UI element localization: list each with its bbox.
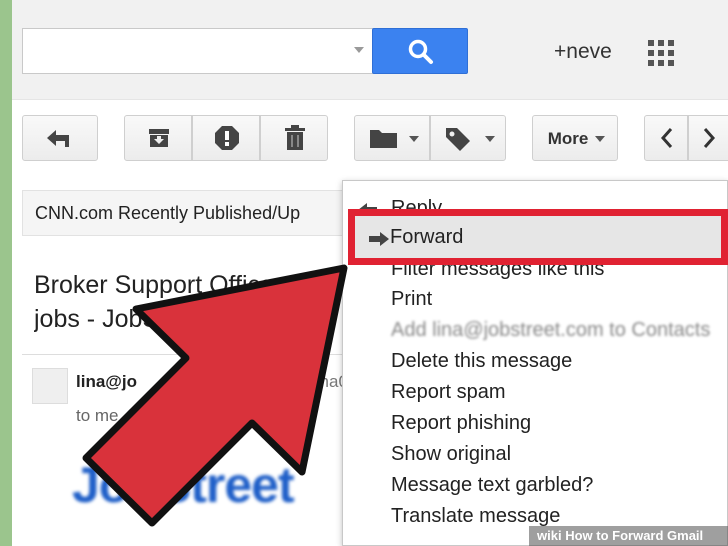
gmail-window: +neve More CNN.com Recently Published/Up… bbox=[12, 0, 728, 546]
pointer-arrow-icon bbox=[82, 264, 348, 527]
footer-caption: wiki How to Forward Gmail bbox=[529, 526, 728, 546]
footer-brand: wiki bbox=[537, 528, 562, 543]
footer-title: How to Forward Gmail bbox=[565, 528, 704, 543]
